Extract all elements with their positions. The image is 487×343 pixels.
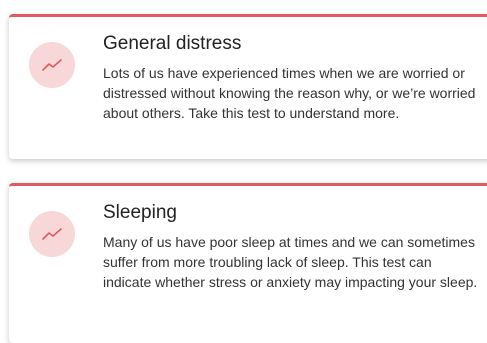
test-card-general-distress[interactable]: General distress Lots of us have experie… [9, 14, 487, 159]
trend-line-icon [29, 211, 75, 257]
trend-line-icon [29, 42, 75, 88]
test-card-sleeping[interactable]: Sleeping Many of us have poor sleep at t… [9, 183, 487, 343]
card-title: Sleeping [103, 202, 177, 223]
card-title: General distress [103, 33, 242, 54]
card-description: Lots of us have experienced times when w… [103, 65, 476, 121]
card-description: Many of us have poor sleep at times and … [103, 234, 478, 290]
